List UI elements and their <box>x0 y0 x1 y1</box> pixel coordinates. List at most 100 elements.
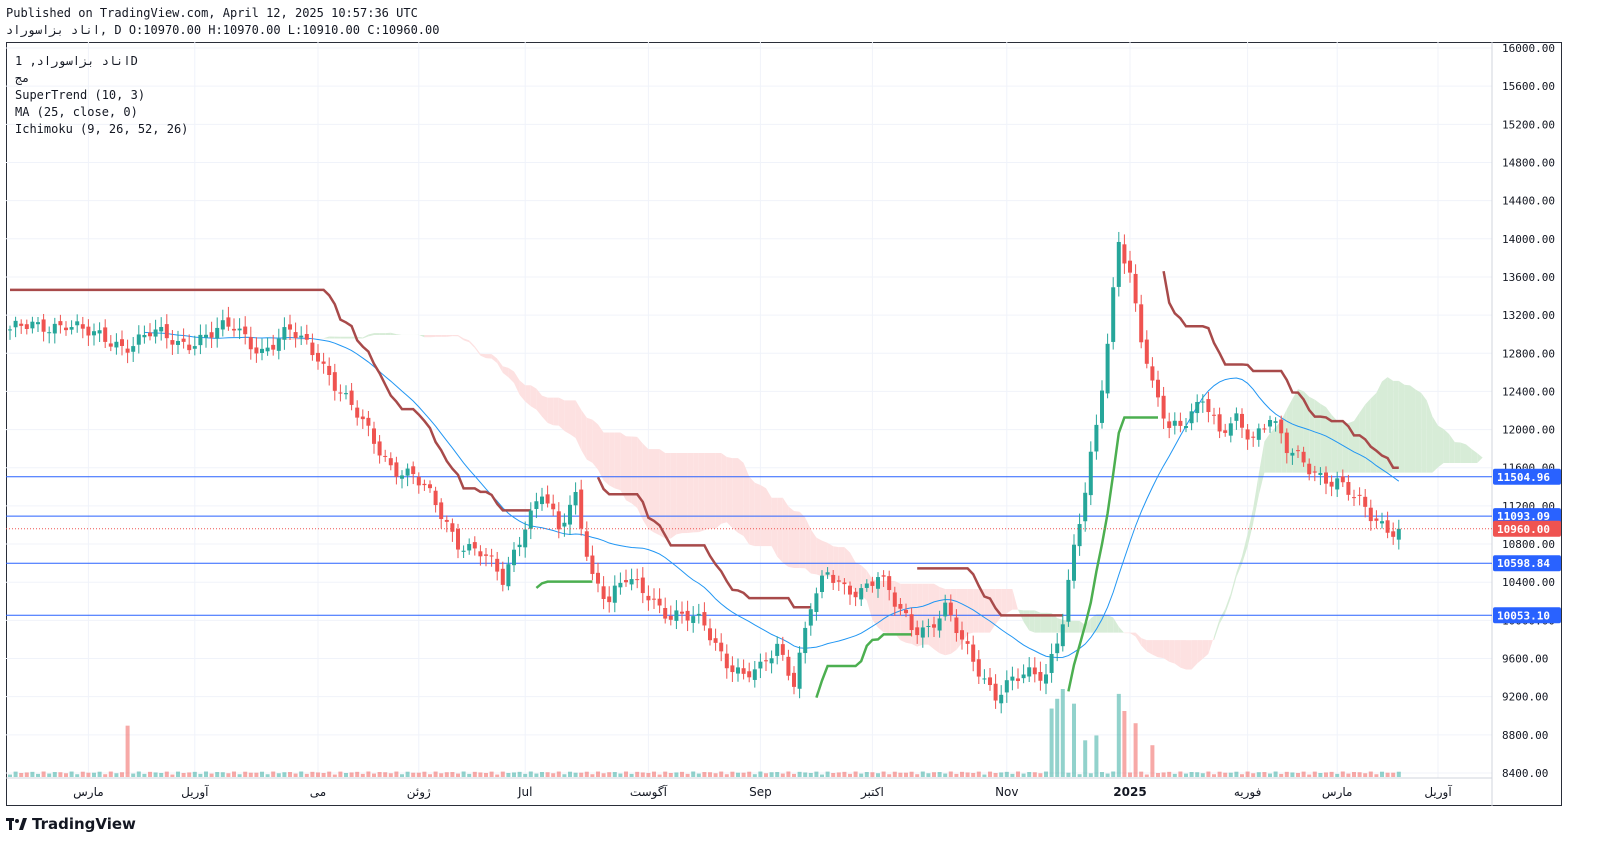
candle-body <box>444 519 449 522</box>
volume-bar <box>349 772 354 777</box>
candle-body <box>607 596 612 603</box>
candle-body <box>680 611 684 614</box>
volume-bar <box>708 772 712 777</box>
ichimoku-cloud-segment <box>390 332 397 336</box>
ichimoku-cloud-segment <box>374 333 380 336</box>
candle-body <box>1049 653 1054 673</box>
volume-bar <box>344 772 348 777</box>
candle-body <box>1240 413 1244 428</box>
ichimoku-cloud-segment <box>1404 384 1410 473</box>
volume-bar <box>1066 772 1071 777</box>
volume-bar <box>808 772 813 777</box>
candle-body <box>1346 482 1351 495</box>
candle-body <box>159 326 164 332</box>
candle-body <box>1094 424 1099 452</box>
volume-bar <box>1251 773 1256 777</box>
candle-body <box>1010 676 1015 681</box>
volume-bar <box>187 772 192 777</box>
legend-ichimoku[interactable]: Ichimoku (9, 26, 52, 26) <box>15 122 188 136</box>
volume-bar <box>769 772 774 777</box>
volume-bar <box>551 773 556 777</box>
x-tick-label: 2025 <box>1113 785 1146 799</box>
y-tick-label: 12400.00 <box>1502 385 1555 398</box>
ichimoku-cloud-segment <box>558 397 565 432</box>
volume-bar <box>1100 772 1104 777</box>
ichimoku-cloud-segment <box>704 453 710 531</box>
candle-body <box>108 343 113 347</box>
volume-bar <box>635 771 640 777</box>
volume-bar <box>545 772 550 777</box>
candle-body <box>75 321 80 326</box>
volume-bar <box>495 774 500 777</box>
volume-bar <box>30 771 35 777</box>
candle-body <box>288 324 292 330</box>
volume-bar <box>316 772 320 777</box>
ichimoku-cloud-segment <box>1247 508 1254 547</box>
candle-body <box>1374 518 1379 521</box>
volume-bar <box>181 772 186 777</box>
ichimoku-cloud-segment <box>738 458 744 537</box>
candle-body <box>747 671 752 678</box>
volume-bar <box>1228 772 1233 777</box>
ichimoku-cloud-segment <box>570 400 576 439</box>
volume-bar <box>142 773 147 777</box>
candle-body <box>999 694 1004 704</box>
candle-body <box>702 612 707 626</box>
candle-body <box>540 496 544 505</box>
volume-bar <box>24 772 29 777</box>
candle-body <box>338 392 343 394</box>
volume-bar <box>271 771 276 777</box>
volume-bar <box>422 771 427 777</box>
candle-body <box>1178 420 1183 426</box>
ichimoku-cloud-segment <box>1113 617 1119 633</box>
candle-body <box>411 466 416 475</box>
volume-bar <box>1178 771 1183 777</box>
volume-bar <box>265 774 270 777</box>
ichimoku-cloud-segment <box>519 380 526 402</box>
candle-body <box>472 542 477 549</box>
ichimoku-cloud-segment <box>1068 620 1074 633</box>
ichimoku-cloud-segment <box>553 397 559 426</box>
ichimoku-cloud-segment <box>290 338 296 340</box>
candle-body <box>808 609 813 626</box>
ichimoku-cloud-segment <box>1023 610 1030 631</box>
volume-bar <box>69 771 74 777</box>
candle-body <box>1368 507 1373 522</box>
volume-bar <box>282 772 287 777</box>
volume-bar <box>1363 773 1368 777</box>
candle-body <box>120 339 124 346</box>
candle-body <box>859 588 864 600</box>
volume-bar <box>932 772 936 777</box>
volume-bar <box>377 772 382 777</box>
candle-body <box>461 550 466 552</box>
volume-bar <box>512 772 516 777</box>
volume-bar <box>484 772 488 777</box>
candle-body <box>1139 304 1144 343</box>
candle-body <box>192 346 197 349</box>
volume-bar <box>797 771 802 777</box>
legend-ma[interactable]: MA (25, close, 0) <box>15 105 138 119</box>
volume-bar <box>1346 773 1351 777</box>
price-chart[interactable]: 16000.00 15600.00 15200.00 14800.00 14400.00… <box>6 42 1562 806</box>
candle-body <box>764 660 768 662</box>
volume-bar <box>1340 771 1345 777</box>
volume-bar <box>881 771 886 777</box>
tradingview-brand: TradingView <box>32 815 136 833</box>
volume-bar <box>164 771 169 777</box>
volume-bar <box>1111 771 1116 777</box>
tradingview-logo-icon <box>6 818 27 830</box>
candle-body <box>1290 452 1295 456</box>
tradingview-footer[interactable]: TradingView <box>6 815 136 833</box>
volume-bar <box>646 772 651 777</box>
candle-body <box>181 338 186 342</box>
candle-body <box>1105 343 1110 394</box>
x-tick-label: آگوست <box>630 784 668 800</box>
supertrend-line <box>815 633 912 699</box>
volume-bar <box>97 771 102 777</box>
ichimoku-cloud-segment <box>1393 380 1399 473</box>
candle-body <box>556 511 561 530</box>
legend-supertrend[interactable]: SuperTrend (10, 3) <box>15 88 145 102</box>
candle-body <box>562 522 567 527</box>
candle-body <box>383 455 388 457</box>
ichimoku-cloud-segment <box>536 388 542 417</box>
